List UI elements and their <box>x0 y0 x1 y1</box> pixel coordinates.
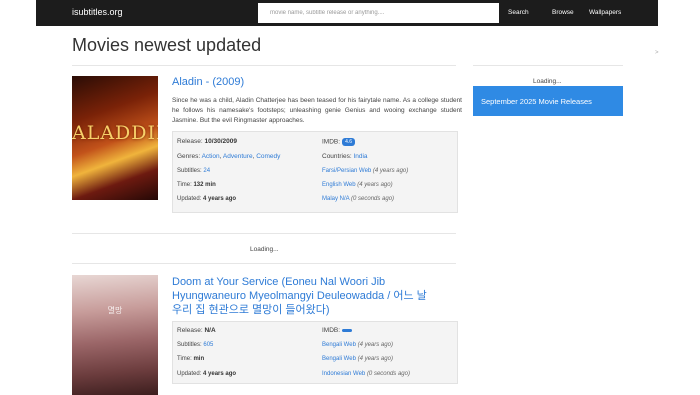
subtitle-link[interactable]: English Web <box>322 182 356 188</box>
search-button[interactable]: Search <box>508 9 529 16</box>
loading-indicator: Loading... <box>250 246 279 253</box>
wallpapers-link[interactable]: Wallpapers <box>589 9 621 16</box>
site-logo[interactable]: isubtitles.org <box>72 7 123 17</box>
subtitles-count: Subtitles: 24 <box>177 168 211 174</box>
subtitle-link[interactable]: Farsi/Persian Web <box>322 168 371 174</box>
subtitles-count: Subtitles: 605 <box>177 342 214 348</box>
subtitle-link[interactable]: Malay N/A <box>322 196 349 202</box>
movie-poster[interactable]: ALADDIN <box>72 76 158 200</box>
subtitle-link[interactable]: Bengali Web <box>322 356 356 362</box>
imdb-info: IMDB: 4.6 <box>322 138 356 146</box>
top-navbar: isubtitles.org Search Browse Wallpapers <box>36 0 658 26</box>
divider <box>72 233 456 234</box>
subtitle-link[interactable]: Bengali Web <box>322 342 356 348</box>
poster-title-art: 멸망 <box>107 306 123 315</box>
movie-plot: Since he was a child, Aladin Chatterjee … <box>172 97 462 124</box>
search-input[interactable] <box>258 3 499 23</box>
countries-info: Countries: India <box>322 153 368 160</box>
release-info: Release: N/A <box>177 327 216 334</box>
movie-title-link[interactable]: Doom at Your Service (Eoneu Nal Woori Ji… <box>172 275 427 317</box>
country-link[interactable]: India <box>353 153 367 160</box>
sidebar-divider <box>473 65 623 66</box>
movie-releases-banner[interactable]: September 2025 Movie Releases <box>473 86 623 116</box>
runtime-info: Time: min <box>177 356 205 362</box>
imdb-rating-badge <box>342 328 353 332</box>
subtitle-item: Indonesian Web (0 seconds ago) <box>322 371 410 377</box>
subtitle-link[interactable]: Indonesian Web <box>322 371 365 377</box>
subtitle-item: Malay N/A (0 seconds ago) <box>322 196 395 202</box>
genre-link[interactable]: Adventure <box>223 153 253 160</box>
sidebar-loading-indicator: Loading... <box>533 78 562 85</box>
divider <box>72 263 456 264</box>
browse-link[interactable]: Browse <box>552 9 574 16</box>
genre-link[interactable]: Action <box>202 153 220 160</box>
genres-info: Genres: Action, Adventure, Comedy <box>177 153 281 160</box>
scroll-indicator: > <box>655 50 659 56</box>
genre-link[interactable]: Comedy <box>256 153 280 160</box>
movie-poster[interactable]: 멸망 <box>72 275 158 395</box>
imdb-rating-badge: 4.6 <box>342 138 356 146</box>
updated-info: Updated: 4 years ago <box>177 196 237 202</box>
release-info: Release: 10/30/2009 <box>177 138 238 145</box>
subtitle-item: Bengali Web (4 years ago) <box>322 356 393 362</box>
subtitle-item: Farsi/Persian Web (4 years ago) <box>322 168 409 174</box>
page-title: Movies newest updated <box>72 35 262 55</box>
movie-title-link[interactable]: Aladin - (2009) <box>172 76 244 88</box>
title-divider <box>72 65 456 66</box>
runtime-info: Time: 132 min <box>177 182 216 188</box>
subtitle-item: English Web (4 years ago) <box>322 182 393 188</box>
poster-title-art: ALADDIN <box>72 122 158 144</box>
subtitle-item: Bengali Web (4 years ago) <box>322 342 393 348</box>
imdb-info: IMDB: <box>322 327 353 334</box>
updated-info: Updated: 4 years ago <box>177 371 237 377</box>
